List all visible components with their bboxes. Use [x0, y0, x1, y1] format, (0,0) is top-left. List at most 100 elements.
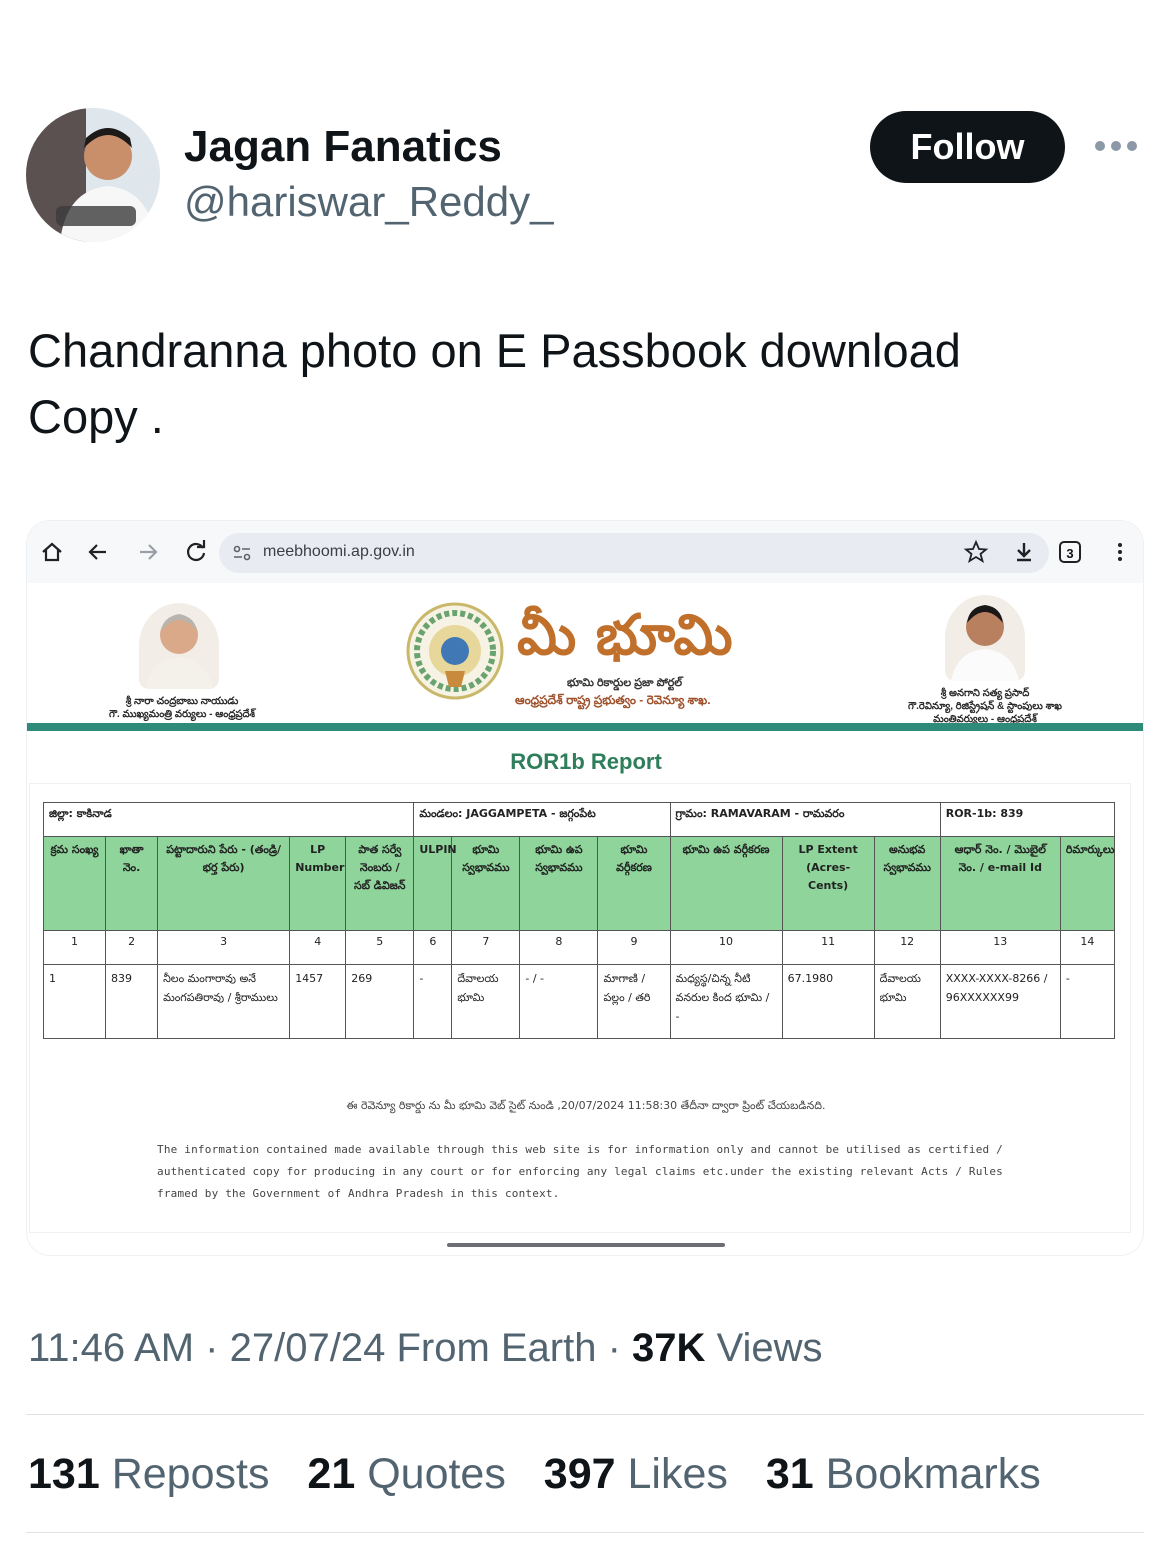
forward-icon[interactable] — [135, 539, 161, 565]
table-cell: - — [413, 964, 453, 1039]
tabs-icon[interactable]: 3 — [1059, 541, 1081, 563]
column-header: భూమి వర్గీకరణ — [597, 836, 671, 931]
ror-cell: ROR-1b: 839 — [939, 802, 1116, 837]
bookmarks-label: Bookmarks — [825, 1450, 1041, 1498]
scroll-indicator — [447, 1243, 725, 1247]
column-number: 3 — [157, 930, 291, 965]
tweet-metadata: 11:46 AM · 27/07/24 From Earth · 37K Vie… — [28, 1326, 823, 1371]
engagement-stats: 131 Reposts 21 Quotes 397 Likes 31 Bookm… — [28, 1450, 1067, 1499]
reposts-count: 131 — [28, 1450, 100, 1498]
bookmarks-count: 31 — [765, 1450, 814, 1498]
column-header: ఆధార్ నెం. / మొబైల్ నెం. / e-mail Id — [939, 836, 1061, 931]
separator-dot: · — [205, 1326, 230, 1370]
views-label: Views — [716, 1326, 823, 1370]
column-header: అనుభవ స్వభావము — [873, 836, 941, 931]
column-number: 12 — [873, 930, 941, 965]
mandal-cell: మండలం: JAGGAMPETA - జగ్గంపేట — [413, 802, 671, 837]
likes-label: Likes — [627, 1450, 728, 1498]
column-header: LP Number — [289, 836, 347, 931]
download-icon[interactable] — [1011, 539, 1037, 565]
table-cell: 269 — [345, 964, 415, 1039]
menu-icon[interactable] — [1107, 539, 1133, 565]
table-cell: మాగాణి / పల్లం / తరి — [597, 964, 671, 1039]
right-portrait — [945, 595, 1025, 681]
column-number: 1 — [42, 930, 107, 965]
site-title: మీ భూమి — [517, 603, 733, 668]
column-number: 6 — [413, 930, 453, 965]
avatar[interactable] — [26, 108, 160, 242]
district-cell: జిల్లా: కాకినాడ — [42, 802, 415, 837]
column-number: 7 — [451, 930, 521, 965]
table-cell: 839 — [105, 964, 159, 1039]
quotes-stat[interactable]: 21 Quotes — [307, 1450, 505, 1498]
column-header: భూమి స్వభావము — [451, 836, 521, 931]
report-title: ROR1b Report — [510, 749, 662, 774]
right-caption-line: గౌ.రెవిన్యూ, రిజిస్ట్రేషన్ & స్టాంపులు శ… — [908, 701, 1062, 712]
column-number-row: 1 2 3 4 5 6 7 8 9 10 11 12 13 14 — [42, 930, 1116, 965]
left-portrait — [139, 603, 219, 689]
divider — [26, 1532, 1144, 1533]
column-header: భూమి ఉప స్వభావము — [519, 836, 599, 931]
tweet-text: Chandranna photo on E Passbook download … — [28, 318, 1138, 450]
column-header: LP Extent (Acres-Cents) — [781, 836, 875, 931]
quotes-label: Quotes — [367, 1450, 506, 1498]
reload-icon[interactable] — [183, 539, 209, 565]
reposts-stat[interactable]: 131 Reposts — [28, 1450, 269, 1498]
column-number: 4 — [289, 930, 347, 965]
bookmarks-stat[interactable]: 31 Bookmarks — [766, 1450, 1041, 1498]
right-caption-line: శ్రీ అనగాని సత్య ప్రసాద్ — [940, 688, 1030, 699]
site-settings-icon[interactable] — [233, 545, 251, 561]
tweet-header: Jagan Fanatics @hariswar_Reddy_ Follow — [0, 0, 1170, 260]
column-header: భూమి ఉప వర్గీకరణ — [669, 836, 783, 931]
column-header: రిమార్కులు — [1059, 836, 1116, 931]
left-caption: శ్రీ నారా చంద్రబాబు నాయుడు గౌ. ముఖ్యమంత్… — [97, 695, 267, 721]
table-cell: 67.1980 — [781, 964, 875, 1039]
tweet-date[interactable]: 27/07/24 — [230, 1326, 386, 1370]
print-note: ఈ రెవెన్యూ రికార్డు ను మీ భూమి వెబ్ సైట్… — [346, 1099, 826, 1112]
browser-toolbar: meebhoomi.ap.gov.in 3 — [27, 521, 1143, 583]
right-caption: శ్రీ అనగాని సత్య ప్రసాద్ గౌ.రెవిన్యూ, రి… — [885, 687, 1085, 726]
table-cell: XXXX-XXXX-8266 / 96XXXXXX99 — [939, 964, 1061, 1039]
left-caption-line: గౌ. ముఖ్యమంత్రి వర్యులు - ఆంధ్రప్రదేశ్ — [108, 709, 256, 720]
column-number: 5 — [345, 930, 415, 965]
column-number: 13 — [939, 930, 1061, 965]
column-number: 9 — [597, 930, 671, 965]
star-icon[interactable] — [963, 539, 989, 565]
table-cell: - — [1059, 964, 1116, 1039]
tweet-image[interactable]: meebhoomi.ap.gov.in 3 శ్రీ నారా చంద్రబాబ… — [26, 520, 1144, 1256]
likes-stat[interactable]: 397 Likes — [544, 1450, 728, 1498]
disclaimer: The information contained made available… — [157, 1143, 1003, 1200]
back-icon[interactable] — [85, 539, 111, 565]
table-cell: 1 — [42, 964, 107, 1039]
lp-number-link[interactable]: 1457 — [289, 964, 347, 1039]
table-row: 1 839 నీలం మంగారావు అనే మంగపతిరావు / శ్ర… — [42, 964, 1116, 1039]
more-options-icon[interactable] — [1092, 134, 1140, 158]
site-banner: శ్రీ నారా చంద్రబాబు నాయుడు గౌ. ముఖ్యమంత్… — [27, 583, 1143, 733]
tweet-text-line: Copy . — [28, 390, 164, 443]
table-cell: - / - — [519, 964, 599, 1039]
header-divider — [27, 723, 1143, 731]
ror-table: జిల్లా: కాకినాడ మండలం: JAGGAMPETA - జగ్గ… — [42, 802, 1116, 1039]
table-cell: నీలం మంగారావు అనే మంగపతిరావు / శ్రీరాముల… — [157, 964, 291, 1039]
site-subtitle: భూమి రికార్డుల ప్రజా పోర్టల్ — [567, 677, 683, 689]
table-cell: మధ్యస్థ/చిన్న నీటి వనరుల కింద భూమి / - — [669, 964, 783, 1039]
home-icon[interactable] — [39, 539, 65, 565]
column-number: 14 — [1059, 930, 1116, 965]
village-cell: గ్రామం: RAMAVARAM - రామవరం — [669, 802, 941, 837]
url-text[interactable]: meebhoomi.ap.gov.in — [263, 543, 415, 561]
column-number: 8 — [519, 930, 599, 965]
user-handle[interactable]: @hariswar_Reddy_ — [184, 178, 553, 226]
reposts-label: Reposts — [111, 1450, 270, 1498]
table-cell: దేవాలయ భూమి — [873, 964, 941, 1039]
tweet-time[interactable]: 11:46 AM — [28, 1326, 194, 1370]
table-meta-row: జిల్లా: కాకినాడ మండలం: JAGGAMPETA - జగ్గ… — [42, 802, 1116, 837]
column-header: ULPIN — [413, 836, 457, 931]
display-name[interactable]: Jagan Fanatics — [184, 122, 502, 172]
column-header: ఖాతా నెం. — [105, 836, 159, 931]
address-bar[interactable]: meebhoomi.ap.gov.in — [219, 533, 1049, 573]
table-cell: దేవాలయ భూమి — [451, 964, 521, 1039]
column-number: 11 — [781, 930, 875, 965]
follow-button[interactable]: Follow — [870, 111, 1065, 183]
tweet-text-line: Chandranna photo on E Passbook download — [28, 324, 961, 377]
quotes-count: 21 — [307, 1450, 356, 1498]
